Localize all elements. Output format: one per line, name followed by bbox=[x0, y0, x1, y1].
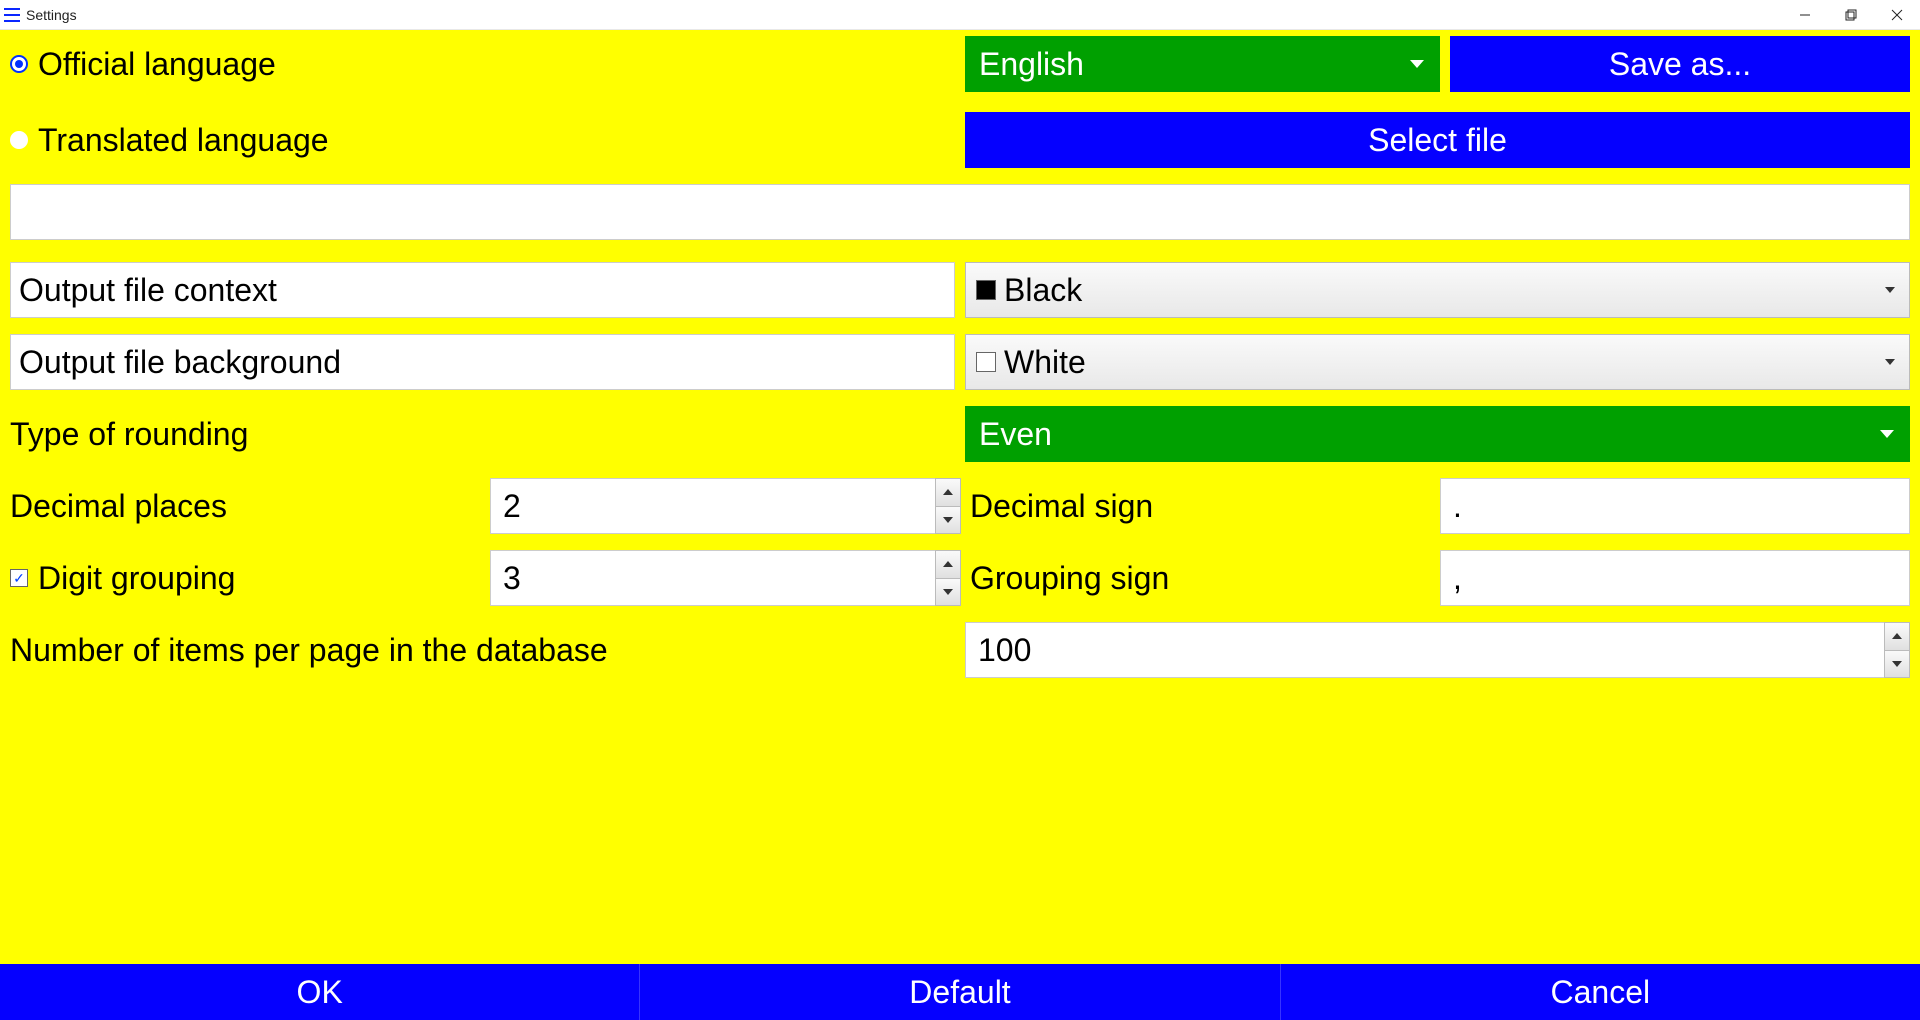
select-file-button[interactable]: Select file bbox=[965, 112, 1910, 168]
titlebar: Settings bbox=[0, 0, 1920, 30]
official-language-label: Official language bbox=[38, 48, 276, 80]
default-button[interactable]: Default bbox=[639, 964, 1279, 1020]
window-title: Settings bbox=[26, 7, 77, 23]
items-per-page-spinner[interactable] bbox=[965, 622, 1910, 678]
caret-up-icon bbox=[943, 489, 953, 495]
caret-up-icon bbox=[1892, 633, 1902, 639]
items-per-page-input[interactable] bbox=[965, 622, 1884, 678]
output-context-value: Black bbox=[1004, 272, 1082, 309]
decimal-places-label: Decimal places bbox=[10, 478, 480, 534]
caret-down-icon bbox=[943, 517, 953, 523]
maximize-button[interactable] bbox=[1828, 0, 1874, 30]
chevron-down-icon bbox=[1410, 60, 1424, 68]
translated-language-label: Translated language bbox=[38, 124, 329, 156]
rounding-dropdown[interactable]: Even bbox=[965, 406, 1910, 462]
close-button[interactable] bbox=[1874, 0, 1920, 30]
items-per-page-label: Number of items per page in the database bbox=[10, 622, 965, 678]
spin-down-button[interactable] bbox=[1885, 651, 1909, 678]
output-background-label: Output file background bbox=[10, 334, 955, 390]
decimal-sign-label: Decimal sign bbox=[960, 478, 1430, 534]
chevron-down-icon bbox=[1880, 430, 1894, 438]
translated-language-radio[interactable] bbox=[10, 131, 28, 149]
official-language-radio[interactable] bbox=[10, 55, 28, 73]
digit-grouping-input[interactable] bbox=[490, 550, 935, 606]
digit-grouping-spinner[interactable] bbox=[490, 550, 961, 606]
color-swatch-icon bbox=[976, 280, 996, 300]
decimal-sign-input[interactable] bbox=[1440, 478, 1910, 534]
save-as-button[interactable]: Save as... bbox=[1450, 36, 1910, 92]
output-background-dropdown[interactable]: White bbox=[965, 334, 1910, 390]
decimal-places-input[interactable] bbox=[490, 478, 935, 534]
digit-grouping-label: Digit grouping bbox=[38, 560, 235, 597]
caret-up-icon bbox=[943, 561, 953, 567]
dialog-button-bar: OK Default Cancel bbox=[0, 964, 1920, 1020]
rounding-label: Type of rounding bbox=[0, 406, 965, 462]
output-background-value: White bbox=[1004, 344, 1086, 381]
cancel-button[interactable]: Cancel bbox=[1280, 964, 1920, 1020]
caret-down-icon bbox=[943, 589, 953, 595]
grouping-sign-input[interactable] bbox=[1440, 550, 1910, 606]
hamburger-icon[interactable] bbox=[4, 8, 20, 22]
spin-down-button[interactable] bbox=[936, 579, 960, 606]
language-dropdown[interactable]: English bbox=[965, 36, 1440, 92]
spin-down-button[interactable] bbox=[936, 507, 960, 534]
color-swatch-icon bbox=[976, 352, 996, 372]
file-path-input[interactable] bbox=[10, 184, 1910, 240]
chevron-down-icon bbox=[1885, 359, 1895, 365]
minimize-button[interactable] bbox=[1782, 0, 1828, 30]
output-context-label: Output file context bbox=[10, 262, 955, 318]
ok-button[interactable]: OK bbox=[0, 964, 639, 1020]
rounding-value: Even bbox=[979, 416, 1052, 453]
language-dropdown-value: English bbox=[979, 46, 1084, 83]
decimal-places-spinner[interactable] bbox=[490, 478, 961, 534]
output-context-dropdown[interactable]: Black bbox=[965, 262, 1910, 318]
spin-up-button[interactable] bbox=[936, 479, 960, 507]
grouping-sign-label: Grouping sign bbox=[960, 550, 1430, 606]
digit-grouping-checkbox[interactable] bbox=[10, 569, 28, 587]
spin-up-button[interactable] bbox=[1885, 623, 1909, 651]
settings-panel: Official language English Save as... Tra… bbox=[0, 30, 1920, 964]
caret-down-icon bbox=[1892, 661, 1902, 667]
spin-up-button[interactable] bbox=[936, 551, 960, 579]
chevron-down-icon bbox=[1885, 287, 1895, 293]
